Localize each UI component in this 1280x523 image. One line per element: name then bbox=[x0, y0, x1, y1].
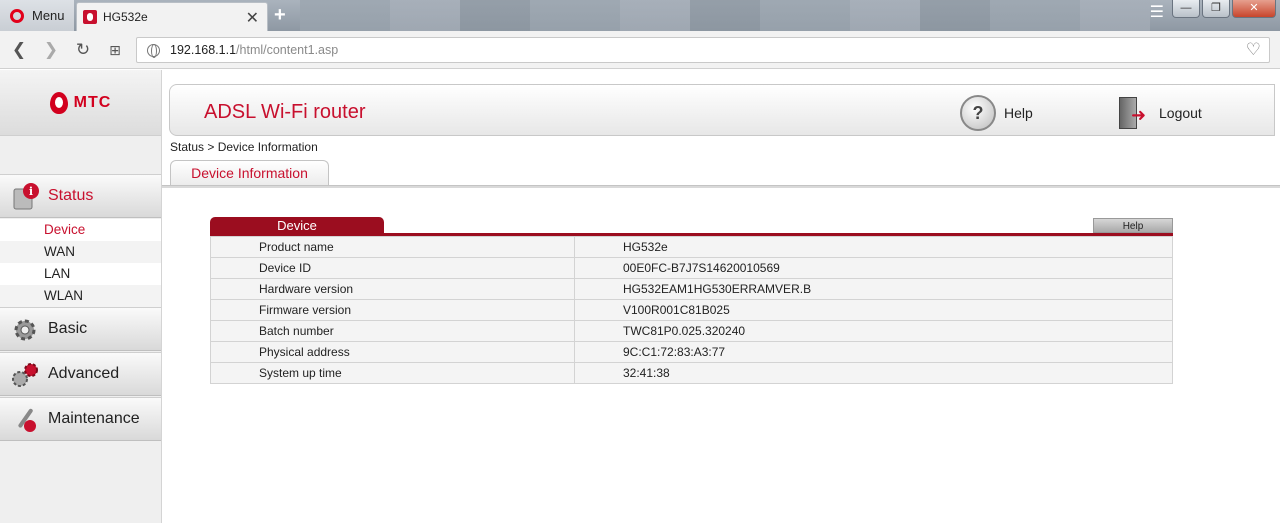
row-value: 32:41:38 bbox=[574, 362, 1173, 384]
table-row: Batch number TWC81P0.025.320240 bbox=[210, 320, 1173, 342]
reload-icon[interactable]: ↻ bbox=[72, 39, 94, 61]
header-help-button[interactable]: ? Help bbox=[960, 95, 1033, 131]
url-host: 192.168.1.1 bbox=[170, 43, 237, 57]
sidebar-section-status[interactable]: i Status bbox=[0, 174, 161, 218]
browser-menu-label: Menu bbox=[32, 8, 65, 23]
sidebar-item-wlan[interactable]: WLAN bbox=[0, 285, 161, 307]
sidebar-section-advanced[interactable]: Advanced bbox=[0, 352, 161, 396]
row-value: HG532e bbox=[574, 236, 1173, 258]
browser-tab-bar: Menu HG532e ✕ + ☰ — ❐ ✕ bbox=[0, 0, 1280, 31]
router-title: ADSL Wi-Fi router bbox=[204, 101, 366, 123]
router-sidebar: МТС i Status Device WAN LAN WLAN Basic A… bbox=[0, 70, 162, 523]
row-label: System up time bbox=[210, 362, 575, 384]
breadcrumb: Status > Device Information bbox=[170, 140, 318, 154]
browser-address-bar: ❮ ❯ ↻ ⊞ 192.168.1.1/html/content1.asp ♡ bbox=[0, 31, 1280, 69]
row-value: V100R001C81B025 bbox=[574, 299, 1173, 321]
browser-tab-active[interactable]: HG532e ✕ bbox=[76, 2, 268, 31]
logout-label: Logout bbox=[1159, 105, 1202, 121]
row-label: Batch number bbox=[210, 320, 575, 342]
table-row: Hardware version HG532EAM1HG530ERRAMVER.B bbox=[210, 278, 1173, 300]
device-panel-header: Device Help bbox=[210, 217, 1173, 236]
sidebar-section-advanced-label: Advanced bbox=[48, 365, 120, 382]
window-controls: — ❐ ✕ bbox=[1172, 0, 1276, 18]
row-value: 9C:C1:72:83:A3:77 bbox=[574, 341, 1173, 363]
sidebar-section-basic[interactable]: Basic bbox=[0, 307, 161, 351]
mts-favicon-icon bbox=[83, 10, 97, 24]
globe-icon bbox=[147, 43, 160, 58]
sidebar-section-maintenance-label: Maintenance bbox=[48, 410, 140, 427]
table-row: Device ID 00E0FC-B7J7S14620010569 bbox=[210, 257, 1173, 279]
logout-button[interactable]: ➜ Logout bbox=[1115, 95, 1202, 131]
table-row: Firmware version V100R001C81B025 bbox=[210, 299, 1173, 321]
restore-icon[interactable]: ❐ bbox=[1202, 0, 1230, 18]
row-value: 00E0FC-B7J7S14620010569 bbox=[574, 257, 1173, 279]
tab-device-information[interactable]: Device Information bbox=[170, 160, 329, 185]
row-label: Product name bbox=[210, 236, 575, 258]
tabs-menu-icon[interactable]: ☰ bbox=[1150, 2, 1164, 22]
device-panel-help-button[interactable]: Help bbox=[1093, 218, 1173, 233]
advanced-tools-icon bbox=[12, 363, 38, 387]
status-info-icon: i bbox=[13, 183, 39, 210]
tab-close-icon[interactable]: ✕ bbox=[246, 8, 259, 28]
gear-icon bbox=[14, 319, 36, 341]
sidebar-section-basic-label: Basic bbox=[48, 320, 88, 337]
sidebar-item-wan[interactable]: WAN bbox=[0, 241, 161, 263]
svg-text:i: i bbox=[29, 185, 33, 198]
help-question-icon: ? bbox=[960, 95, 996, 131]
mts-egg-icon bbox=[49, 92, 68, 114]
router-header: ADSL Wi-Fi router ? Help ➜ Logout bbox=[169, 84, 1275, 136]
table-row: System up time 32:41:38 bbox=[210, 362, 1173, 384]
table-row: Physical address 9C:C1:72:83:A3:77 bbox=[210, 341, 1173, 363]
row-label: Physical address bbox=[210, 341, 575, 363]
wrench-icon bbox=[18, 408, 36, 432]
sidebar-item-lan[interactable]: LAN bbox=[0, 263, 161, 285]
device-panel-title: Device bbox=[210, 217, 384, 234]
minimize-icon[interactable]: — bbox=[1172, 0, 1200, 18]
logout-door-icon: ➜ bbox=[1115, 95, 1151, 131]
opera-logo-icon bbox=[10, 8, 24, 23]
tab-bar-background bbox=[300, 0, 1150, 31]
sidebar-item-device[interactable]: Device bbox=[0, 219, 161, 241]
browser-tab-title: HG532e bbox=[103, 10, 148, 24]
bookmark-heart-icon[interactable]: ♡ bbox=[1246, 40, 1261, 60]
forward-icon[interactable]: ❯ bbox=[40, 39, 62, 61]
row-label: Firmware version bbox=[210, 299, 575, 321]
sidebar-section-maintenance[interactable]: Maintenance bbox=[0, 397, 161, 441]
tab-underline bbox=[162, 185, 1280, 188]
table-row: Product name HG532e bbox=[210, 236, 1173, 258]
device-info-table: Product name HG532e Device ID 00E0FC-B7J7S1… bbox=[210, 236, 1173, 384]
url-input[interactable]: 192.168.1.1/html/content1.asp ♡ bbox=[136, 37, 1270, 63]
speed-dial-icon[interactable]: ⊞ bbox=[104, 39, 126, 61]
back-icon[interactable]: ❮ bbox=[8, 39, 30, 61]
row-label: Device ID bbox=[210, 257, 575, 279]
browser-menu-button[interactable]: Menu bbox=[0, 0, 74, 31]
mts-logo: МТС bbox=[0, 70, 161, 136]
header-help-label: Help bbox=[1004, 105, 1033, 121]
mts-logo-text: МТС bbox=[73, 94, 112, 111]
window-close-icon[interactable]: ✕ bbox=[1232, 0, 1276, 18]
row-value: TWC81P0.025.320240 bbox=[574, 320, 1173, 342]
new-tab-icon[interactable]: + bbox=[274, 4, 286, 27]
url-path: /html/content1.asp bbox=[236, 43, 339, 57]
row-label: Hardware version bbox=[210, 278, 575, 300]
row-value: HG532EAM1HG530ERRAMVER.B bbox=[574, 278, 1173, 300]
sidebar-section-status-label: Status bbox=[48, 187, 94, 204]
